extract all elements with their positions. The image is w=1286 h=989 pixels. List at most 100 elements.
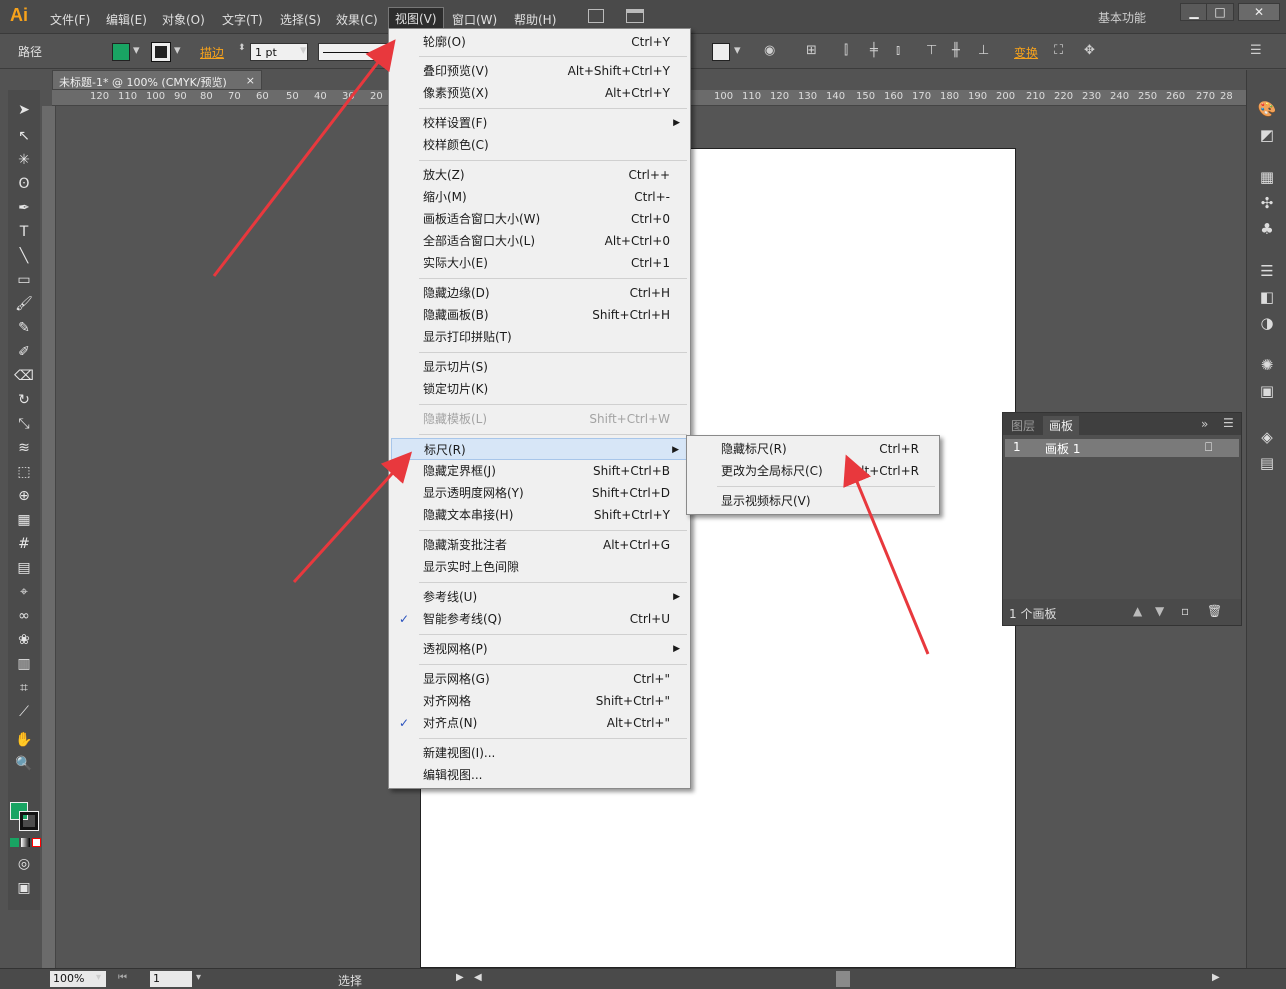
chevron-down-icon[interactable]: ▾ bbox=[133, 43, 140, 58]
eyedropper-icon[interactable]: ⌖ bbox=[14, 582, 34, 602]
menu-item-snap-to-grid[interactable]: 对齐网格 Shift+Ctrl+" bbox=[391, 690, 688, 712]
lasso-icon[interactable]: ʘ bbox=[14, 174, 34, 194]
menu-item-live-paint-gaps[interactable]: 显示实时上色间隙 bbox=[391, 556, 688, 578]
minimize-button[interactable]: ▁ bbox=[1180, 3, 1208, 21]
menu-item-guides[interactable]: 参考线(U) ▶ bbox=[391, 586, 688, 608]
menu-item-hide-gradient-annotator[interactable]: 隐藏渐变批注者 Alt+Ctrl+G bbox=[391, 534, 688, 556]
options-icon[interactable]: ✥ bbox=[1084, 43, 1095, 58]
menu-item-hide-text-threads[interactable]: 隐藏文本串接(H) Shift+Ctrl+Y bbox=[391, 504, 688, 526]
chevron-down-icon[interactable]: ▾ bbox=[196, 972, 201, 983]
menu-item-proof-colors[interactable]: 校样颜色(C) bbox=[391, 134, 688, 156]
menu-view[interactable]: 视图(V) bbox=[388, 7, 444, 30]
color-guide-icon[interactable]: ◩ bbox=[1256, 124, 1278, 146]
align-to-icon[interactable]: ⊞ bbox=[806, 43, 817, 58]
menu-item-show-slices[interactable]: 显示切片(S) bbox=[391, 356, 688, 378]
workspace-switcher[interactable]: 基本功能 bbox=[1098, 9, 1146, 26]
perspective-grid-icon[interactable]: ▦ bbox=[14, 510, 34, 530]
menu-item-lock-slices[interactable]: 锁定切片(K) bbox=[391, 378, 688, 400]
swatches-icon[interactable]: ▦ bbox=[1256, 166, 1278, 188]
align-middle-icon[interactable]: ╫ bbox=[952, 43, 960, 58]
symbol-sprayer-icon[interactable]: ❀ bbox=[14, 630, 34, 650]
menu-item-overprint-preview[interactable]: 叠印预览(V) Alt+Shift+Ctrl+Y bbox=[391, 60, 688, 82]
rectangle-tool-icon[interactable]: ▭ bbox=[14, 270, 34, 290]
menu-item-print-tiling[interactable]: 显示打印拼贴(T) bbox=[391, 326, 688, 348]
menu-item-zoom-out[interactable]: 缩小(M) Ctrl+- bbox=[391, 186, 688, 208]
menu-item-smart-guides[interactable]: ✓ 智能参考线(Q) Ctrl+U bbox=[391, 608, 688, 630]
menu-item-snap-to-point[interactable]: ✓ 对齐点(N) Alt+Ctrl+" bbox=[391, 712, 688, 734]
chevron-down-icon[interactable]: ▾ bbox=[96, 972, 101, 983]
gradient-tool-icon[interactable]: ▤ bbox=[14, 558, 34, 578]
appearance-icon[interactable]: ✺ bbox=[1256, 354, 1278, 376]
menu-item-fit-artboard[interactable]: 画板适合窗口大小(W) Ctrl+0 bbox=[391, 208, 688, 230]
color-mode-icon[interactable] bbox=[10, 838, 19, 847]
delete-artboard-icon[interactable]: 🗑 bbox=[1207, 604, 1222, 618]
gradient-mode-icon[interactable] bbox=[21, 838, 30, 847]
artboard-number-field[interactable]: 1 bbox=[150, 971, 192, 987]
panel-menu-icon[interactable]: ☰ bbox=[1250, 43, 1262, 58]
document-tab[interactable]: 未标题-1* @ 100% (CMYK/预览) × bbox=[52, 70, 262, 90]
menu-item-new-view[interactable]: 新建视图(I)... bbox=[391, 742, 688, 764]
brushes-icon[interactable]: ✣ bbox=[1256, 192, 1278, 214]
color-panel-icon[interactable]: 🎨 bbox=[1256, 98, 1278, 120]
move-up-icon[interactable]: ▲ bbox=[1133, 604, 1142, 618]
menu-item-outline[interactable]: 轮廓(O) Ctrl+Y bbox=[391, 31, 688, 53]
vertical-ruler[interactable] bbox=[42, 106, 56, 968]
line-tool-icon[interactable]: ╲ bbox=[14, 246, 34, 266]
arrange-documents-icon[interactable] bbox=[626, 9, 644, 23]
scroll-left-icon[interactable]: ◀ bbox=[474, 972, 482, 983]
menu-item-transparency-grid[interactable]: 显示透明度网格(Y) Shift+Ctrl+D bbox=[391, 482, 688, 504]
artboard-tool-icon[interactable]: ⌗ bbox=[14, 678, 34, 698]
recolor-icon[interactable]: ◉ bbox=[764, 43, 775, 58]
menu-item-proof-setup[interactable]: 校样设置(F) ▶ bbox=[391, 112, 688, 134]
align-center-icon[interactable]: ╪ bbox=[870, 43, 878, 58]
eraser-icon[interactable]: ⌫ bbox=[14, 366, 34, 386]
chevron-down-icon[interactable]: ▾ bbox=[174, 43, 181, 58]
artboard-row[interactable]: 1 画板 1 ⎕ bbox=[1005, 439, 1239, 457]
transform-panel-link[interactable]: 变换 bbox=[1014, 44, 1038, 61]
style-swatch[interactable] bbox=[712, 43, 730, 61]
scrollbar-thumb[interactable] bbox=[836, 971, 850, 987]
symbols-icon[interactable]: ♣ bbox=[1256, 218, 1278, 240]
align-top-icon[interactable]: ⊤ bbox=[926, 43, 937, 58]
menu-item-edit-views[interactable]: 编辑视图... bbox=[391, 764, 688, 786]
menu-window[interactable]: 窗口(W) bbox=[446, 9, 503, 30]
menu-effect[interactable]: 效果(C) bbox=[330, 9, 384, 30]
zoom-tool-icon[interactable]: 🔍 bbox=[14, 754, 34, 774]
menu-type[interactable]: 文字(T) bbox=[216, 9, 269, 30]
transparency-icon[interactable]: ◑ bbox=[1256, 312, 1278, 334]
first-artboard-icon[interactable]: ⏮ bbox=[118, 972, 127, 983]
new-artboard-icon[interactable]: ▫ bbox=[1181, 604, 1189, 618]
menu-item-hide-bounding-box[interactable]: 隐藏定界框(J) Shift+Ctrl+B bbox=[391, 460, 688, 482]
variable-width-profile[interactable] bbox=[318, 43, 390, 61]
warp-tool-icon[interactable]: ≋ bbox=[14, 438, 34, 458]
chevron-down-icon[interactable]: ▾ bbox=[734, 43, 741, 58]
stroke-panel-icon[interactable]: ☰ bbox=[1256, 260, 1278, 282]
align-left-icon[interactable]: ⫿ bbox=[844, 43, 848, 58]
align-bottom-icon[interactable]: ⊥ bbox=[978, 43, 989, 58]
collapse-icon[interactable]: » bbox=[1201, 417, 1208, 431]
menu-item-fit-all[interactable]: 全部适合窗口大小(L) Alt+Ctrl+0 bbox=[391, 230, 688, 252]
rotate-tool-icon[interactable]: ↻ bbox=[14, 390, 34, 410]
menu-item-video-rulers[interactable]: 显示视频标尺(V) bbox=[689, 490, 937, 512]
menu-item-hide-rulers[interactable]: 隐藏标尺(R) Ctrl+R bbox=[689, 438, 937, 460]
menu-object[interactable]: 对象(O) bbox=[156, 9, 211, 30]
menu-item-pixel-preview[interactable]: 像素预览(X) Alt+Ctrl+Y bbox=[391, 82, 688, 104]
slice-tool-icon[interactable]: ⟋ bbox=[14, 702, 34, 722]
menu-edit[interactable]: 编辑(E) bbox=[100, 9, 153, 30]
tab-layers[interactable]: 图层 bbox=[1005, 416, 1041, 435]
menu-file[interactable]: 文件(F) bbox=[44, 9, 96, 30]
scale-tool-icon[interactable]: ⤡ bbox=[14, 414, 34, 434]
bridge-icon[interactable] bbox=[588, 9, 604, 23]
menu-item-rulers[interactable]: 标尺(R) ▶ bbox=[391, 438, 688, 460]
menu-item-hide-artboards[interactable]: 隐藏画板(B) Shift+Ctrl+H bbox=[391, 304, 688, 326]
artboard-options-icon[interactable]: ⎕ bbox=[1205, 440, 1212, 455]
stepper-icon[interactable]: ⬍ bbox=[238, 43, 246, 53]
maximize-button[interactable]: □ bbox=[1206, 3, 1234, 21]
pencil-icon[interactable]: ✎ bbox=[14, 318, 34, 338]
status-menu-icon[interactable]: ▶ bbox=[456, 972, 464, 983]
move-down-icon[interactable]: ▼ bbox=[1155, 604, 1164, 618]
menu-item-show-grid[interactable]: 显示网格(G) Ctrl+" bbox=[391, 668, 688, 690]
menu-item-hide-edges[interactable]: 隐藏边缘(D) Ctrl+H bbox=[391, 282, 688, 304]
none-mode-icon[interactable] bbox=[32, 838, 41, 847]
menu-item-global-rulers[interactable]: 更改为全局标尺(C) Alt+Ctrl+R bbox=[689, 460, 937, 482]
